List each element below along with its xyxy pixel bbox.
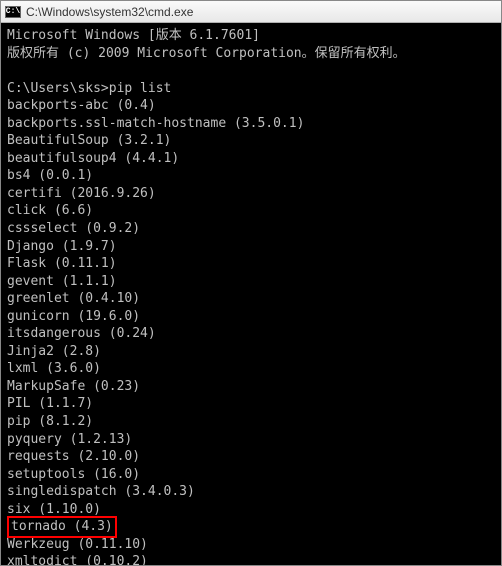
package-row: requests (2.10.0)	[7, 448, 495, 466]
package-row: gunicorn (19.6.0)	[7, 308, 495, 326]
package-row: setuptools (16.0)	[7, 466, 495, 484]
header-line1: Microsoft Windows [版本 6.1.7601]	[7, 27, 495, 45]
package-row: singledispatch (3.4.0.3)	[7, 483, 495, 501]
package-row: MarkupSafe (0.23)	[7, 378, 495, 396]
package-row: greenlet (0.4.10)	[7, 290, 495, 308]
package-row: cssselect (0.9.2)	[7, 220, 495, 238]
package-row: itsdangerous (0.24)	[7, 325, 495, 343]
package-row: backports.ssl-match-hostname (3.5.0.1)	[7, 115, 495, 133]
package-row: tornado (4.3)	[7, 518, 495, 536]
package-row: gevent (1.1.1)	[7, 273, 495, 291]
highlighted-package: tornado (4.3)	[7, 516, 117, 538]
package-row: lxml (3.6.0)	[7, 360, 495, 378]
package-row: pip (8.1.2)	[7, 413, 495, 431]
package-row: PIL (1.1.7)	[7, 395, 495, 413]
package-row: Jinja2 (2.8)	[7, 343, 495, 361]
package-row: pyquery (1.2.13)	[7, 431, 495, 449]
package-row: BeautifulSoup (3.2.1)	[7, 132, 495, 150]
package-row: beautifulsoup4 (4.4.1)	[7, 150, 495, 168]
package-row: xmltodict (0.10.2)	[7, 553, 495, 565]
prompt-command: C:\Users\sks>pip list	[7, 80, 495, 98]
window-title: C:\Windows\system32\cmd.exe	[26, 5, 193, 19]
package-row: backports-abc (0.4)	[7, 97, 495, 115]
terminal-output[interactable]: Microsoft Windows [版本 6.1.7601]版权所有 (c) …	[1, 23, 501, 565]
cmd-icon: C:\	[5, 6, 21, 18]
package-row: Flask (0.11.1)	[7, 255, 495, 273]
package-row: certifi (2016.9.26)	[7, 185, 495, 203]
header-line2: 版权所有 (c) 2009 Microsoft Corporation。保留所有…	[7, 45, 495, 63]
cmd-window: C:\ C:\Windows\system32\cmd.exe Microsof…	[0, 0, 502, 566]
package-row: click (6.6)	[7, 202, 495, 220]
titlebar[interactable]: C:\ C:\Windows\system32\cmd.exe	[1, 1, 501, 23]
package-row: Django (1.9.7)	[7, 238, 495, 256]
package-row: Werkzeug (0.11.10)	[7, 536, 495, 554]
package-row: bs4 (0.0.1)	[7, 167, 495, 185]
